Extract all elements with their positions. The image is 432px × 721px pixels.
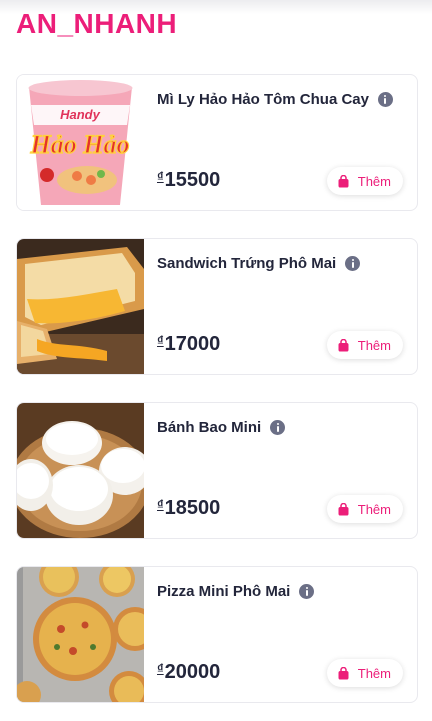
product-price: ₫ 18500 xyxy=(157,497,220,520)
product-card[interactable]: Bánh Bao Mini ₫ 18500 Thêm xyxy=(16,402,418,539)
shopping-bag-icon xyxy=(338,502,349,515)
product-name: Sandwich Trứng Phô Mai xyxy=(157,255,337,272)
product-card[interactable]: Pizza Mini Phô Mai ₫ 20000 Thêm xyxy=(16,566,418,703)
info-icon[interactable] xyxy=(377,92,393,107)
price-amount: 15500 xyxy=(164,169,221,191)
currency-symbol: ₫ xyxy=(157,169,164,184)
product-price: ₫ 20000 xyxy=(157,661,220,684)
product-image-sandwich xyxy=(17,239,144,374)
add-to-cart-button[interactable]: Thêm xyxy=(326,659,403,687)
shopping-bag-icon xyxy=(338,338,349,351)
info-icon[interactable] xyxy=(270,420,286,435)
add-button-label: Thêm xyxy=(357,337,391,353)
product-card[interactable]: Sandwich Trứng Phô Mai ₫ 17000 Thêm xyxy=(16,238,418,375)
product-price: ₫ 15500 xyxy=(157,169,220,192)
add-to-cart-button[interactable]: Thêm xyxy=(326,167,403,195)
add-to-cart-button[interactable]: Thêm xyxy=(326,495,403,523)
svg-text:Hảo Hảo: Hảo Hảo xyxy=(30,130,130,159)
add-to-cart-button[interactable]: Thêm xyxy=(326,331,403,359)
svg-text:Handy: Handy xyxy=(60,107,101,122)
section-title: AN_NHANH xyxy=(16,8,178,39)
currency-symbol: ₫ xyxy=(157,497,164,512)
info-icon[interactable] xyxy=(299,584,315,599)
shopping-bag-icon xyxy=(338,174,349,187)
product-name: Pizza Mini Phô Mai xyxy=(157,583,291,600)
add-button-label: Thêm xyxy=(357,501,391,517)
product-name: Mì Ly Hảo Hảo Tôm Chua Cay xyxy=(157,91,369,108)
currency-symbol: ₫ xyxy=(157,333,164,348)
price-amount: 18500 xyxy=(164,497,221,519)
product-name: Bánh Bao Mini xyxy=(157,419,262,436)
product-image-mini-pizzas xyxy=(17,567,144,702)
info-icon[interactable] xyxy=(345,256,361,271)
price-amount: 20000 xyxy=(164,661,221,683)
product-price: ₫ 17000 xyxy=(157,333,220,356)
currency-symbol: ₫ xyxy=(157,661,164,676)
product-image-steamed-buns xyxy=(17,403,144,538)
add-button-label: Thêm xyxy=(357,665,391,681)
product-image-noodle-cup: Handy Hảo Hảo xyxy=(17,75,144,210)
price-amount: 17000 xyxy=(164,333,221,355)
product-card[interactable]: Handy Hảo Hảo Mì Ly Hảo Hảo Tôm Chua Cay… xyxy=(16,74,418,211)
add-button-label: Thêm xyxy=(357,173,391,189)
shopping-bag-icon xyxy=(338,666,349,679)
